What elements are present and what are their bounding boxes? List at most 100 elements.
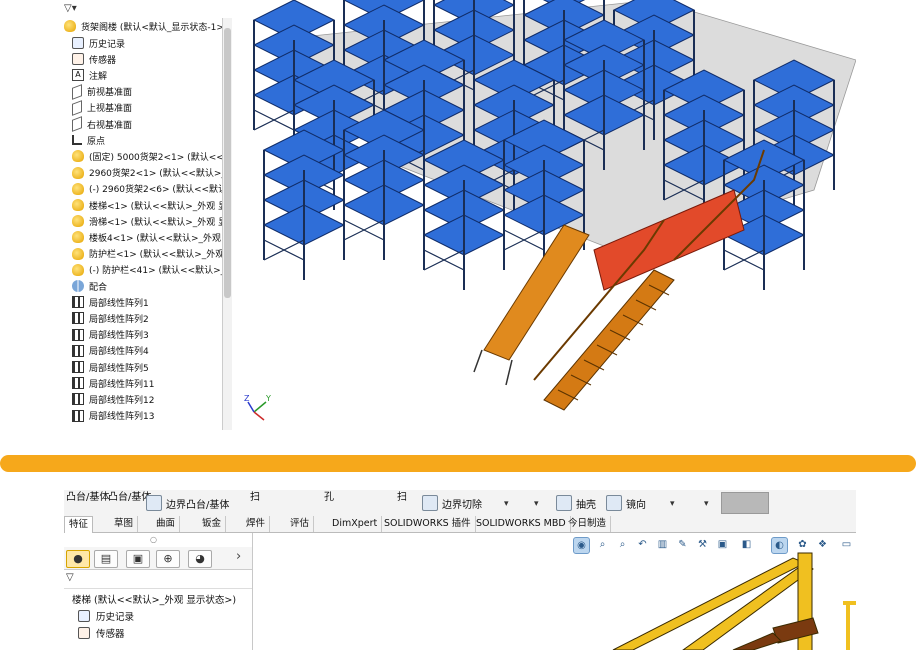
display-manager-tab-icon[interactable]: ◕ <box>188 550 212 568</box>
section-divider <box>0 455 916 472</box>
chevron-right-icon[interactable]: › <box>236 549 241 564</box>
tab-item[interactable]: SOLIDWORKS MBD <box>472 516 571 532</box>
axis-triad: Y Z <box>244 394 271 421</box>
filter-icon[interactable]: ▽ <box>66 572 74 583</box>
tree-item-label: 局部线性阵列2 <box>89 314 149 325</box>
tab-item[interactable]: 钣金 <box>198 516 227 532</box>
hide-show-items-icon[interactable]: ◧ <box>739 537 754 552</box>
tree-item-label: 历史记录 <box>89 39 126 50</box>
tree-item[interactable]: A 注解 <box>72 67 107 83</box>
tree-item[interactable]: (-) 防护栏<41> (默认<<默认>_外观 <box>72 262 232 278</box>
ribbon-sweep-cut-label[interactable]: 扫 <box>397 490 407 503</box>
configuration-manager-tab-icon[interactable]: ▣ <box>126 550 150 568</box>
dropdown-arrow-icon[interactable]: ▾ <box>704 499 709 509</box>
dynamic-annotation-icon[interactable]: ✎ <box>675 537 690 552</box>
boundary-boss-button[interactable]: 边界凸台/基体 <box>146 494 229 512</box>
part-icon <box>72 215 84 228</box>
tree-item[interactable]: 上视基准面 <box>72 99 133 116</box>
tree-item[interactable]: (固定) 5000货架2<1> (默认<<默认>_显示 <box>72 148 232 164</box>
panel-grip-icon[interactable]: ○ <box>150 535 157 544</box>
boundary-cut-button[interactable]: 边界切除 <box>422 494 482 512</box>
tree-item[interactable]: 楼梯<1> (默认<<默认>_外观 显示 <box>72 197 232 213</box>
tree-item[interactable]: 配合 <box>72 278 107 294</box>
part-icon <box>72 166 84 179</box>
tree-item-label: 局部线性阵列11 <box>89 379 155 390</box>
tab-item[interactable]: 焊件 <box>242 516 271 532</box>
property-manager-tab-icon[interactable]: ▤ <box>94 550 118 568</box>
ribbon-sweep-label[interactable]: 扫 <box>250 490 260 503</box>
graphics-area[interactable]: Y Z <box>234 0 856 430</box>
tree-item[interactable]: 局部线性阵列5 <box>72 359 149 375</box>
tab-item[interactable]: 特征 <box>64 516 94 533</box>
tree-item[interactable]: 局部线性阵列11 <box>72 375 154 391</box>
view-settings-icon[interactable]: ▭ <box>839 537 854 552</box>
feature-manager-tab-icon[interactable]: ● <box>66 550 90 568</box>
zoom-area-icon[interactable]: ⌕ <box>615 537 630 552</box>
dropdown-arrow-icon[interactable]: ▾ <box>504 499 509 509</box>
svg-text:Z: Z <box>244 394 250 403</box>
tree-item[interactable]: 滑梯<1> (默认<<默认>_外观 显示 <box>72 213 232 229</box>
pattern-icon <box>72 377 84 390</box>
tree-item[interactable]: 历史记录 <box>78 607 134 624</box>
tree-item[interactable]: 局部线性阵列13 <box>72 408 154 424</box>
tree-item-label: 局部线性阵列12 <box>89 395 155 406</box>
tree-filter-icon[interactable]: ▽▾ <box>64 0 77 16</box>
assembly-icon <box>64 20 76 32</box>
dropdown-arrow-icon[interactable]: ▾ <box>670 499 675 509</box>
tree-item[interactable]: 传感器 <box>72 51 116 67</box>
plane-icon <box>72 116 82 132</box>
tree-item[interactable]: 局部线性阵列3 <box>72 327 149 343</box>
edit-appearance-icon[interactable]: ✿ <box>795 537 810 552</box>
tab-item[interactable]: DimXpert <box>328 516 383 532</box>
tab-item[interactable]: SOLIDWORKS 插件 <box>380 516 476 532</box>
tree-item[interactable]: 局部线性阵列2 <box>72 310 149 326</box>
tree-item[interactable]: 防护栏<1> (默认<<默认>_外观 显示 <box>72 246 232 262</box>
tree-item[interactable]: 局部线性阵列4 <box>72 343 149 359</box>
dimxpert-tab-icon[interactable]: ⊕ <box>156 550 180 568</box>
tab-item[interactable]: 草图 <box>110 516 139 532</box>
tree-item[interactable]: 历史记录 <box>72 35 125 51</box>
tab-item[interactable]: 曲面 <box>152 516 181 532</box>
view-orientation-icon[interactable]: ◉ <box>573 537 590 554</box>
tree-root[interactable]: 楼梯 (默认<<默认>_外观 显示状态>) <box>66 590 236 607</box>
tree-item-label: 前视基准面 <box>87 88 133 99</box>
tree-item[interactable]: 楼板4<1> (默认<<默认>_外观 显示 <box>72 229 232 245</box>
tree-filter[interactable]: ▽ <box>64 570 252 589</box>
tree-item[interactable]: 2960货架2<1> (默认<<默认>_显示 <box>72 165 232 181</box>
tree-item[interactable]: 原点 <box>72 132 105 148</box>
tree-item[interactable]: (-) 2960货架2<6> (默认<<默认>_显 <box>72 181 232 197</box>
section-view-icon[interactable]: ▥ <box>655 537 670 552</box>
dropdown-arrow-icon[interactable]: ▾ <box>534 499 539 509</box>
tree-item[interactable]: 右视基准面 <box>72 116 132 132</box>
part-icon <box>72 199 84 211</box>
sensor-icon <box>78 626 90 639</box>
previous-view-icon[interactable]: ↶ <box>635 537 650 552</box>
tree-item-label: 上视基准面 <box>87 104 133 115</box>
tree-root[interactable]: 货架阁楼 (默认<默认_显示状态-1>) <box>64 18 227 34</box>
shell-button[interactable]: 抽壳 <box>556 494 596 512</box>
pattern-icon <box>72 361 84 373</box>
tree-item-label: 防护栏<1> (默认<<默认>_外观 显示 <box>89 250 232 261</box>
history-icon <box>72 37 84 49</box>
tree-scrollbar[interactable] <box>222 18 232 430</box>
view-tools-icon[interactable]: ⚒ <box>695 537 710 552</box>
tree-item[interactable]: 局部线性阵列1 <box>72 294 149 310</box>
ribbon-boss-label-2[interactable]: 凸台/基体 <box>108 490 151 503</box>
tree-item[interactable]: 前视基准面 <box>72 83 133 100</box>
tree-item[interactable]: 传感器 <box>78 624 125 641</box>
scrollbar-thumb[interactable] <box>224 28 231 298</box>
ribbon-hole-label[interactable]: 孔 <box>324 490 334 503</box>
tree-item[interactable]: 局部线性阵列12 <box>72 391 154 407</box>
tree-item-label: (-) 防护栏<41> (默认<<默认>_外观 <box>89 266 232 277</box>
display-style-icon[interactable]: ▣ <box>715 537 730 552</box>
mirror-button[interactable]: 镜向 <box>606 494 646 512</box>
tab-item[interactable]: 评估 <box>286 516 315 532</box>
ribbon-gray-button[interactable] <box>721 492 769 514</box>
scene-icon[interactable]: ❖ <box>815 537 830 552</box>
tree-item-label: 局部线性阵列3 <box>89 331 149 342</box>
ribbon-boss-label[interactable]: 凸台/基体 <box>66 490 109 503</box>
eye-icon[interactable]: ◐ <box>771 537 788 554</box>
tab-item[interactable]: 今日制造 <box>564 516 612 532</box>
boundary-cut-icon <box>422 495 438 511</box>
zoom-to-fit-icon[interactable]: ⌕ <box>595 537 610 552</box>
